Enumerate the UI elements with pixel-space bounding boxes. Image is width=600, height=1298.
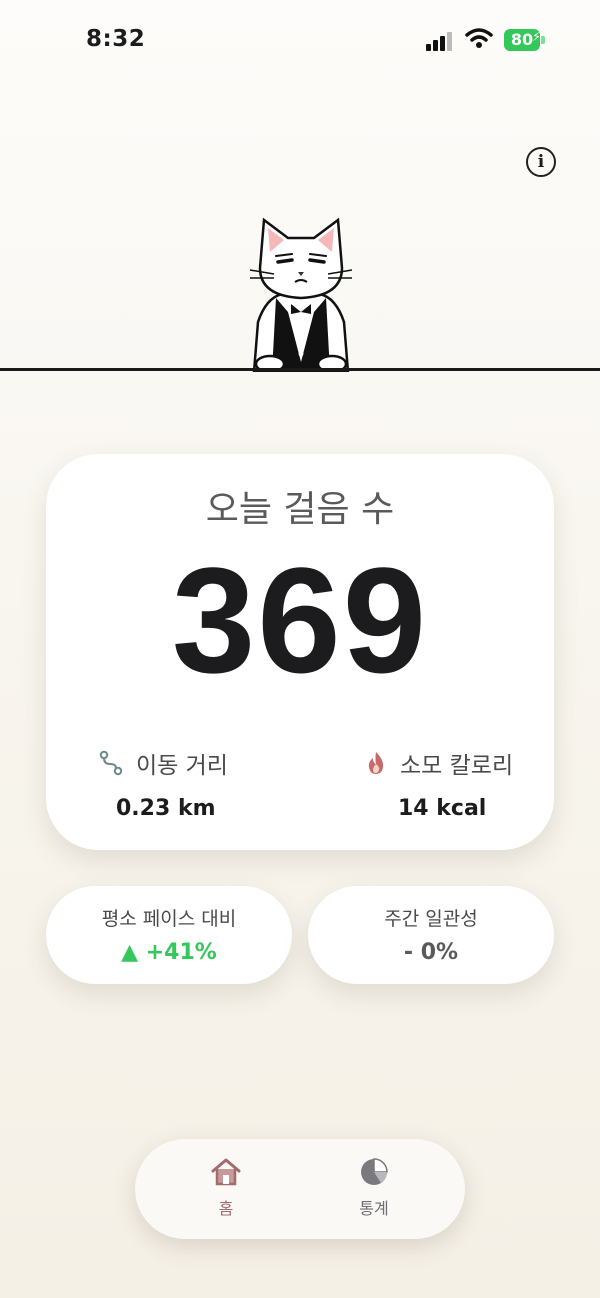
calories-value: 14 kcal: [398, 796, 487, 821]
tab-stats[interactable]: 통계: [334, 1157, 414, 1219]
calories-label: 소모 칼로리: [400, 753, 514, 779]
charging-bolt-icon: ⚡: [532, 30, 542, 45]
distance-label: 이동 거리: [136, 753, 228, 779]
info-icon[interactable]: i: [526, 147, 556, 177]
today-steps-title: 오늘 걸음 수: [205, 489, 395, 530]
wifi-icon: [465, 28, 493, 48]
distance-label-group: 이동 거리: [98, 746, 228, 780]
tab-home[interactable]: 홈: [186, 1157, 266, 1219]
status-time: 8:32: [86, 26, 146, 52]
status-bar: 8:32 80 ⚡: [0, 0, 600, 84]
distance-value: 0.23 km: [116, 796, 216, 821]
step-count: 369: [171, 536, 429, 704]
pace-label: 평소 페이스 대비: [101, 908, 237, 930]
route-icon: [99, 750, 123, 776]
pace-value: ▲ +41%: [121, 940, 217, 965]
counter-line: [0, 368, 600, 371]
tab-bar: [135, 1139, 465, 1239]
cat-butler-illustration: [249, 217, 353, 372]
calories-label-group: 소모 칼로리: [364, 746, 513, 780]
pie-chart-icon: [361, 1158, 388, 1185]
cellular-signal-icon: [426, 31, 456, 51]
flame-icon: [368, 752, 384, 774]
tab-stats-label: 통계: [359, 1199, 389, 1218]
tab-home-label: 홈: [218, 1199, 234, 1218]
home-icon: [211, 1158, 241, 1186]
battery-tip: [541, 36, 545, 44]
weekly-consistency-card: [308, 886, 554, 984]
weekly-value: - 0%: [403, 940, 459, 965]
pace-card: [46, 886, 292, 984]
weekly-label: 주간 일관성: [384, 908, 478, 930]
